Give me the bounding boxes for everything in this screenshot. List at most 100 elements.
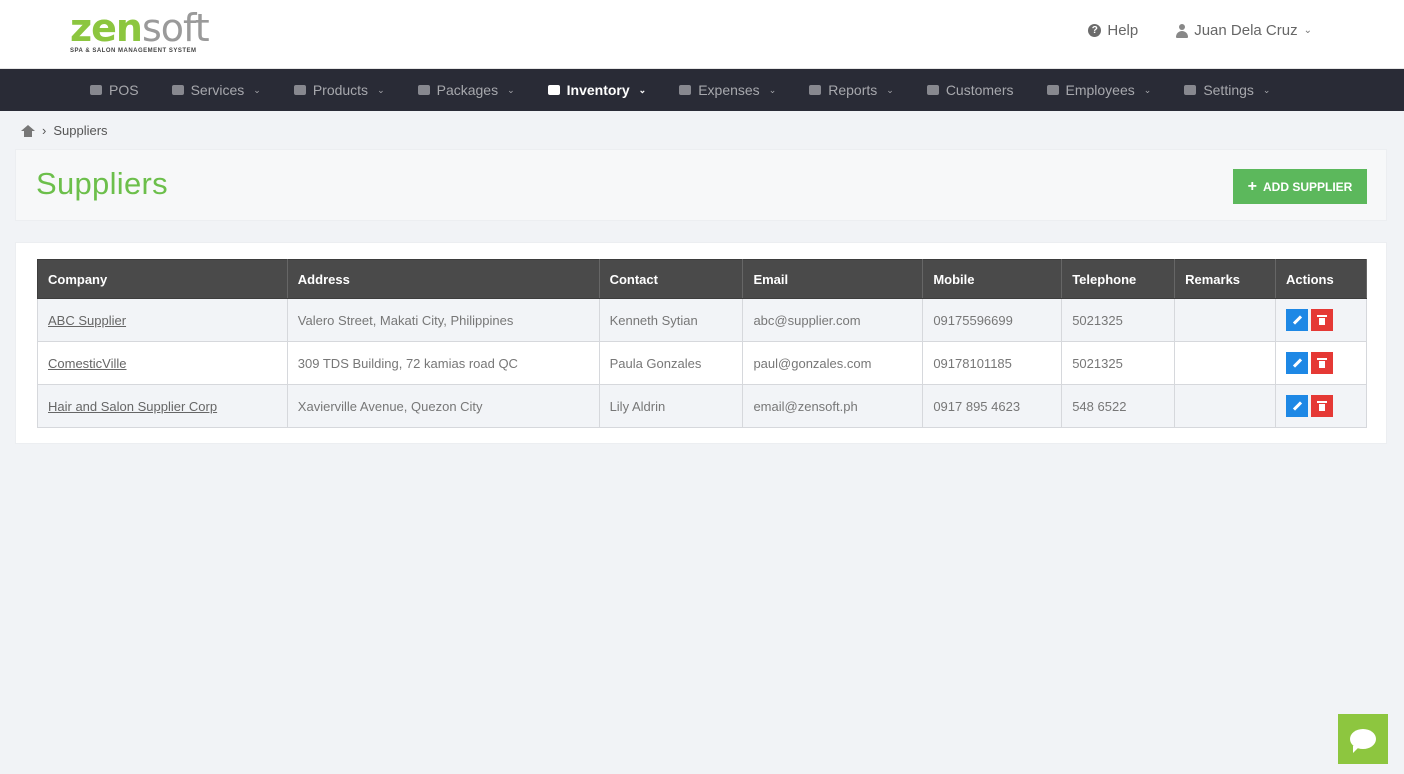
- column-header-telephone: Telephone: [1061, 259, 1176, 299]
- chevron-down-icon: ⌄: [507, 84, 515, 95]
- cell-contact: Kenneth Sytian: [598, 298, 744, 342]
- list-icon: [547, 85, 560, 95]
- nav-item-label: Inventory: [566, 82, 630, 98]
- nav-item-label: Products: [312, 82, 369, 98]
- company-link[interactable]: ABC Supplier: [48, 313, 126, 328]
- trash-icon: [1317, 401, 1328, 411]
- nav-item-settings[interactable]: Settings ⌄: [1184, 82, 1270, 98]
- edit-square-icon: [679, 85, 692, 95]
- add-supplier-label: ADD SUPPLIER: [1263, 179, 1353, 194]
- nav-item-products[interactable]: Products ⌄: [293, 82, 385, 98]
- table-row: ComesticVille 309 TDS Building, 72 kamias…: [37, 341, 1367, 385]
- user-name: Juan Dela Cruz: [1194, 22, 1298, 39]
- trash-icon: [1317, 358, 1328, 368]
- chevron-down-icon: ⌄: [253, 84, 261, 95]
- zensoft-logo[interactable]: zensoft SPA & SALON MANAGEMENT SYSTEM: [70, 6, 220, 62]
- nav-item-reports[interactable]: Reports ⌄: [809, 82, 894, 98]
- chevron-down-icon: ⌄: [1262, 84, 1271, 95]
- nav-item-pos[interactable]: POS: [90, 82, 139, 98]
- cell-email: email@zensoft.ph: [742, 384, 924, 428]
- delete-button[interactable]: [1311, 395, 1334, 417]
- cell-remarks: [1174, 384, 1277, 428]
- pencil-icon: [1293, 316, 1302, 325]
- company-link[interactable]: Hair and Salon Supplier Corp: [48, 399, 217, 414]
- chevron-down-icon: ⌄: [1143, 84, 1152, 95]
- suppliers-table: Company Address Contact Email Mobile Tel…: [37, 259, 1367, 428]
- help-link[interactable]: ? Help: [1088, 22, 1138, 39]
- chevron-down-icon: ⌄: [638, 84, 647, 95]
- cell-actions: [1275, 384, 1367, 428]
- users-icon: [926, 85, 939, 95]
- column-header-mobile: Mobile: [922, 259, 1063, 299]
- gear-icon: [1184, 85, 1197, 95]
- nav-item-label: Packages: [436, 82, 499, 98]
- cell-contact: Paula Gonzales: [598, 341, 744, 385]
- delete-button[interactable]: [1311, 352, 1334, 374]
- nav-item-employees[interactable]: Employees ⌄: [1046, 82, 1152, 98]
- column-header-actions: Actions: [1275, 259, 1367, 299]
- add-supplier-button[interactable]: + ADD SUPPLIER: [1233, 169, 1367, 204]
- column-header-address: Address: [286, 259, 600, 299]
- table-header-row: Company Address Contact Email Mobile Tel…: [37, 259, 1367, 299]
- nav-item-label: POS: [109, 82, 139, 98]
- cell-company: ABC Supplier: [37, 298, 288, 342]
- nav-item-inventory[interactable]: Inventory ⌄: [547, 82, 647, 98]
- cell-actions: [1275, 298, 1367, 342]
- main-nav: POS Services ⌄ Products ⌄ Packages ⌄ Inventory ⌄…: [0, 69, 1404, 111]
- bar-chart-icon: [809, 85, 822, 95]
- hand-icon: [171, 85, 184, 95]
- nav-item-label: Customers: [945, 82, 1014, 98]
- cell-email: paul@gonzales.com: [742, 341, 924, 385]
- cell-address: Valero Street, Makati City, Philippines: [286, 298, 600, 342]
- logo-soft-text: soft: [141, 6, 210, 50]
- breadcrumb: › Suppliers: [21, 123, 108, 138]
- cell-telephone: 5021325: [1061, 298, 1176, 342]
- nav-item-label: Employees: [1065, 82, 1135, 98]
- cell-telephone: 548 6522: [1061, 384, 1176, 428]
- chat-widget-button[interactable]: [1338, 714, 1388, 764]
- nav-item-label: Services: [190, 82, 245, 98]
- pencil-icon: [1293, 402, 1302, 411]
- home-icon[interactable]: [21, 124, 35, 137]
- table-row: ABC Supplier Valero Street, Makati City, …: [37, 298, 1367, 342]
- nav-item-services[interactable]: Services ⌄: [171, 82, 261, 98]
- help-label: Help: [1107, 22, 1139, 39]
- nav-item-expenses[interactable]: Expenses ⌄: [679, 82, 776, 98]
- chevron-down-icon: ⌄: [886, 84, 894, 95]
- cell-actions: [1275, 341, 1367, 385]
- page-header: Suppliers + ADD SUPPLIER: [15, 149, 1387, 221]
- chevron-down-icon: ⌄: [1303, 25, 1312, 36]
- user-menu[interactable]: Juan Dela Cruz ⌄: [1176, 22, 1312, 39]
- column-header-company: Company: [37, 259, 288, 299]
- trash-icon: [1317, 315, 1328, 325]
- breadcrumb-current: Suppliers: [53, 123, 108, 138]
- delete-button[interactable]: [1311, 309, 1334, 331]
- cell-address: 309 TDS Building, 72 kamias road QC: [286, 341, 600, 385]
- cell-mobile: 09175596699: [922, 298, 1063, 342]
- cell-telephone: 5021325: [1061, 341, 1176, 385]
- chevron-down-icon: ⌄: [377, 84, 385, 95]
- company-link[interactable]: ComesticVille: [48, 356, 127, 371]
- user-icon: [1176, 23, 1189, 38]
- cell-remarks: [1174, 341, 1277, 385]
- column-header-contact: Contact: [598, 259, 744, 299]
- cell-remarks: [1174, 298, 1277, 342]
- breadcrumb-separator: ›: [42, 123, 47, 138]
- edit-button[interactable]: [1286, 352, 1309, 374]
- nav-item-label: Settings: [1203, 82, 1254, 98]
- column-header-remarks: Remarks: [1174, 259, 1277, 299]
- cell-address: Xavierville Avenue, Quezon City: [286, 384, 600, 428]
- chevron-down-icon: ⌄: [768, 84, 777, 95]
- logo-zen-text: zen: [70, 6, 143, 50]
- page-title: Suppliers: [36, 166, 168, 201]
- cell-email: abc@supplier.com: [742, 298, 924, 342]
- chat-bubble-icon: [1350, 729, 1376, 753]
- cart-icon: [293, 85, 306, 95]
- edit-button[interactable]: [1286, 309, 1309, 331]
- edit-button[interactable]: [1286, 395, 1309, 417]
- nav-item-customers[interactable]: Customers: [926, 82, 1014, 98]
- nav-item-packages[interactable]: Packages ⌄: [417, 82, 515, 98]
- cell-mobile: 09178101185: [922, 341, 1063, 385]
- cell-mobile: 0917 895 4623: [922, 384, 1063, 428]
- nav-item-label: Expenses: [698, 82, 760, 98]
